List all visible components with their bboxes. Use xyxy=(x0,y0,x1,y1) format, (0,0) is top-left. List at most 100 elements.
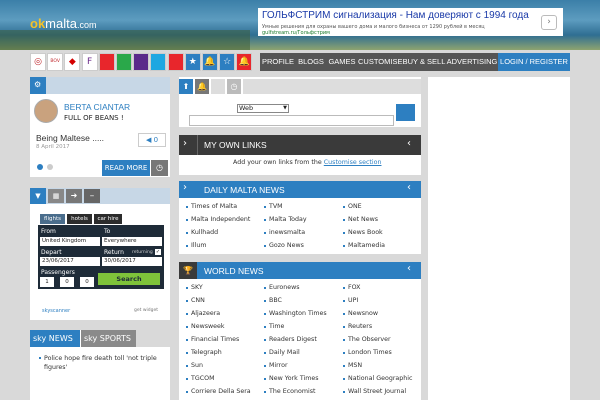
chevron-left-icon[interactable]: ‹ xyxy=(407,182,411,193)
news-link[interactable]: Aljazeera xyxy=(185,310,220,317)
site-logo[interactable]: okmalta.com xyxy=(30,16,96,31)
up-arrow-icon[interactable]: ⬆ xyxy=(179,79,193,94)
tab-flights[interactable]: flights xyxy=(40,214,65,224)
news-link[interactable]: Sun xyxy=(186,362,203,369)
news-link[interactable]: Newsnow xyxy=(342,310,378,317)
news-headline[interactable]: Police hope fire death toll 'not triple … xyxy=(44,354,162,372)
avatar[interactable] xyxy=(34,99,58,123)
news-link[interactable]: BBC xyxy=(264,297,282,304)
news-link[interactable]: News Book xyxy=(343,229,383,236)
news-link[interactable]: London Times xyxy=(343,349,392,356)
news-link[interactable]: Wall Street Journal xyxy=(342,388,406,395)
news-link[interactable]: Telegraph xyxy=(186,349,222,356)
news-link[interactable]: Mirror xyxy=(264,362,288,369)
news-link[interactable]: Euronews xyxy=(264,284,300,291)
bov-icon[interactable]: BOV xyxy=(47,53,64,71)
news-link[interactable]: Corriere Della Sera xyxy=(186,388,251,395)
bell-icon[interactable]: 🔔 xyxy=(195,79,209,94)
history-icon[interactable]: ◷ xyxy=(151,160,168,176)
from-input[interactable]: United Kingdom xyxy=(40,237,100,246)
calendar-icon[interactable]: ▦ xyxy=(48,189,64,203)
customise-link[interactable]: Customise section xyxy=(324,159,382,166)
skype-icon[interactable] xyxy=(150,53,167,71)
green-app-icon[interactable] xyxy=(116,53,132,71)
bell-icon[interactable]: 🔔 xyxy=(202,53,218,71)
returning-checkbox[interactable]: ✓ xyxy=(155,249,161,255)
children-select[interactable]: 0 xyxy=(60,277,74,287)
like-counter[interactable]: ◀ 0 xyxy=(138,133,166,147)
depart-input[interactable]: 23/06/2017 xyxy=(40,257,100,266)
tab-car-hire[interactable]: car hire xyxy=(94,214,122,224)
arrow-right-icon[interactable]: ➜ xyxy=(66,189,82,203)
history-icon[interactable]: ◷ xyxy=(227,79,241,94)
news-link[interactable]: Reuters xyxy=(342,323,372,330)
news-link[interactable]: inewsmalta xyxy=(263,229,305,236)
news-link[interactable]: ONE xyxy=(343,203,362,210)
get-widget-link[interactable]: get widget xyxy=(134,308,158,313)
hsbc-icon[interactable]: ◆ xyxy=(64,53,81,71)
minus-icon[interactable]: – xyxy=(84,189,100,203)
collapse-icon[interactable]: ▼ xyxy=(30,188,46,204)
news-link[interactable]: Kullhadd xyxy=(185,229,218,236)
news-link[interactable]: TGCOM xyxy=(186,375,215,382)
read-more-button[interactable]: READ MORE xyxy=(102,160,150,176)
news-link[interactable]: Time xyxy=(263,323,284,330)
carousel-dot-active[interactable] xyxy=(37,164,43,170)
chevron-right-icon[interactable]: › xyxy=(183,182,187,193)
news-link[interactable]: Financial Times xyxy=(185,336,239,343)
flag-icon[interactable]: F xyxy=(81,53,98,71)
nav-blogs[interactable]: BLOGS xyxy=(296,53,326,71)
to-input[interactable]: Everywhere xyxy=(102,237,162,246)
chevron-right-icon[interactable]: › xyxy=(183,138,187,149)
news-link[interactable]: Maltamedia xyxy=(343,242,385,249)
skyscanner-logo[interactable]: skyscanner xyxy=(42,308,70,314)
nav-buy-sell[interactable]: BUY & SELL xyxy=(402,53,446,71)
nav-customise[interactable]: CUSTOMISE xyxy=(358,53,402,71)
news-link[interactable]: FOX xyxy=(343,284,361,291)
news-link[interactable]: Illum xyxy=(185,242,206,249)
star-icon[interactable]: ★ xyxy=(184,53,201,71)
profile-name[interactable]: BERTA CIANTAR xyxy=(64,102,130,112)
news-link[interactable]: Malta Today xyxy=(264,216,307,223)
alarm-icon[interactable]: 🔔 xyxy=(236,53,253,71)
news-link[interactable]: Daily Mail xyxy=(264,349,300,356)
news-link[interactable]: MSN xyxy=(342,362,362,369)
news-link[interactable]: New York Times xyxy=(264,375,319,382)
return-input[interactable]: 30/06/2017 xyxy=(102,257,162,266)
tab-sky-news[interactable]: sky NEWS xyxy=(30,330,80,347)
news-link[interactable]: TVM xyxy=(264,203,283,210)
ad-next-button[interactable]: › xyxy=(541,15,557,30)
eye-icon[interactable]: ◎ xyxy=(30,53,46,71)
profile-panel-toggle[interactable]: ⚙ xyxy=(30,77,46,94)
news-link[interactable]: Gozo News xyxy=(264,242,304,249)
chevron-left-icon[interactable]: ‹ xyxy=(407,263,411,274)
star-outline-icon[interactable]: ☆ xyxy=(219,53,236,71)
search-button[interactable] xyxy=(396,104,415,121)
adults-select[interactable]: 1 xyxy=(40,277,54,287)
search-flights-button[interactable]: Search xyxy=(98,273,160,285)
carousel-dot[interactable] xyxy=(47,164,53,170)
chat-icon[interactable] xyxy=(167,53,184,71)
news-link[interactable]: Malta Independent xyxy=(185,216,250,223)
search-input[interactable] xyxy=(189,115,394,126)
trophy-icon[interactable]: 🏆 xyxy=(179,262,197,279)
news-link[interactable]: Readers Digest xyxy=(264,336,317,343)
red-app-icon[interactable] xyxy=(98,53,115,71)
infants-select[interactable]: 0 xyxy=(80,277,94,287)
news-link[interactable]: Net News xyxy=(342,216,378,223)
purple-app-icon[interactable] xyxy=(133,53,150,71)
search-tab-blank[interactable] xyxy=(211,79,225,94)
tab-hotels[interactable]: hotels xyxy=(67,214,92,224)
news-link[interactable]: National Geographic xyxy=(343,375,413,382)
post-title[interactable]: Being Maltese ..... xyxy=(36,133,104,143)
nav-games[interactable]: GAMES xyxy=(326,53,358,71)
news-link[interactable]: Washington Times xyxy=(264,310,327,317)
news-link[interactable]: Newsweek xyxy=(186,323,225,330)
nav-profile[interactable]: PROFILE xyxy=(260,53,296,71)
search-engine-select[interactable]: Web ▼ xyxy=(237,104,289,113)
news-link[interactable]: The Observer xyxy=(343,336,391,343)
nav-advertising[interactable]: ADVERTISING xyxy=(446,53,498,71)
news-link[interactable]: CNN xyxy=(186,297,205,304)
news-link[interactable]: UPI xyxy=(342,297,358,304)
ad-headline[interactable]: ГОЛЬФСТРИМ сигнализация - Нам доверяют с… xyxy=(262,10,529,21)
